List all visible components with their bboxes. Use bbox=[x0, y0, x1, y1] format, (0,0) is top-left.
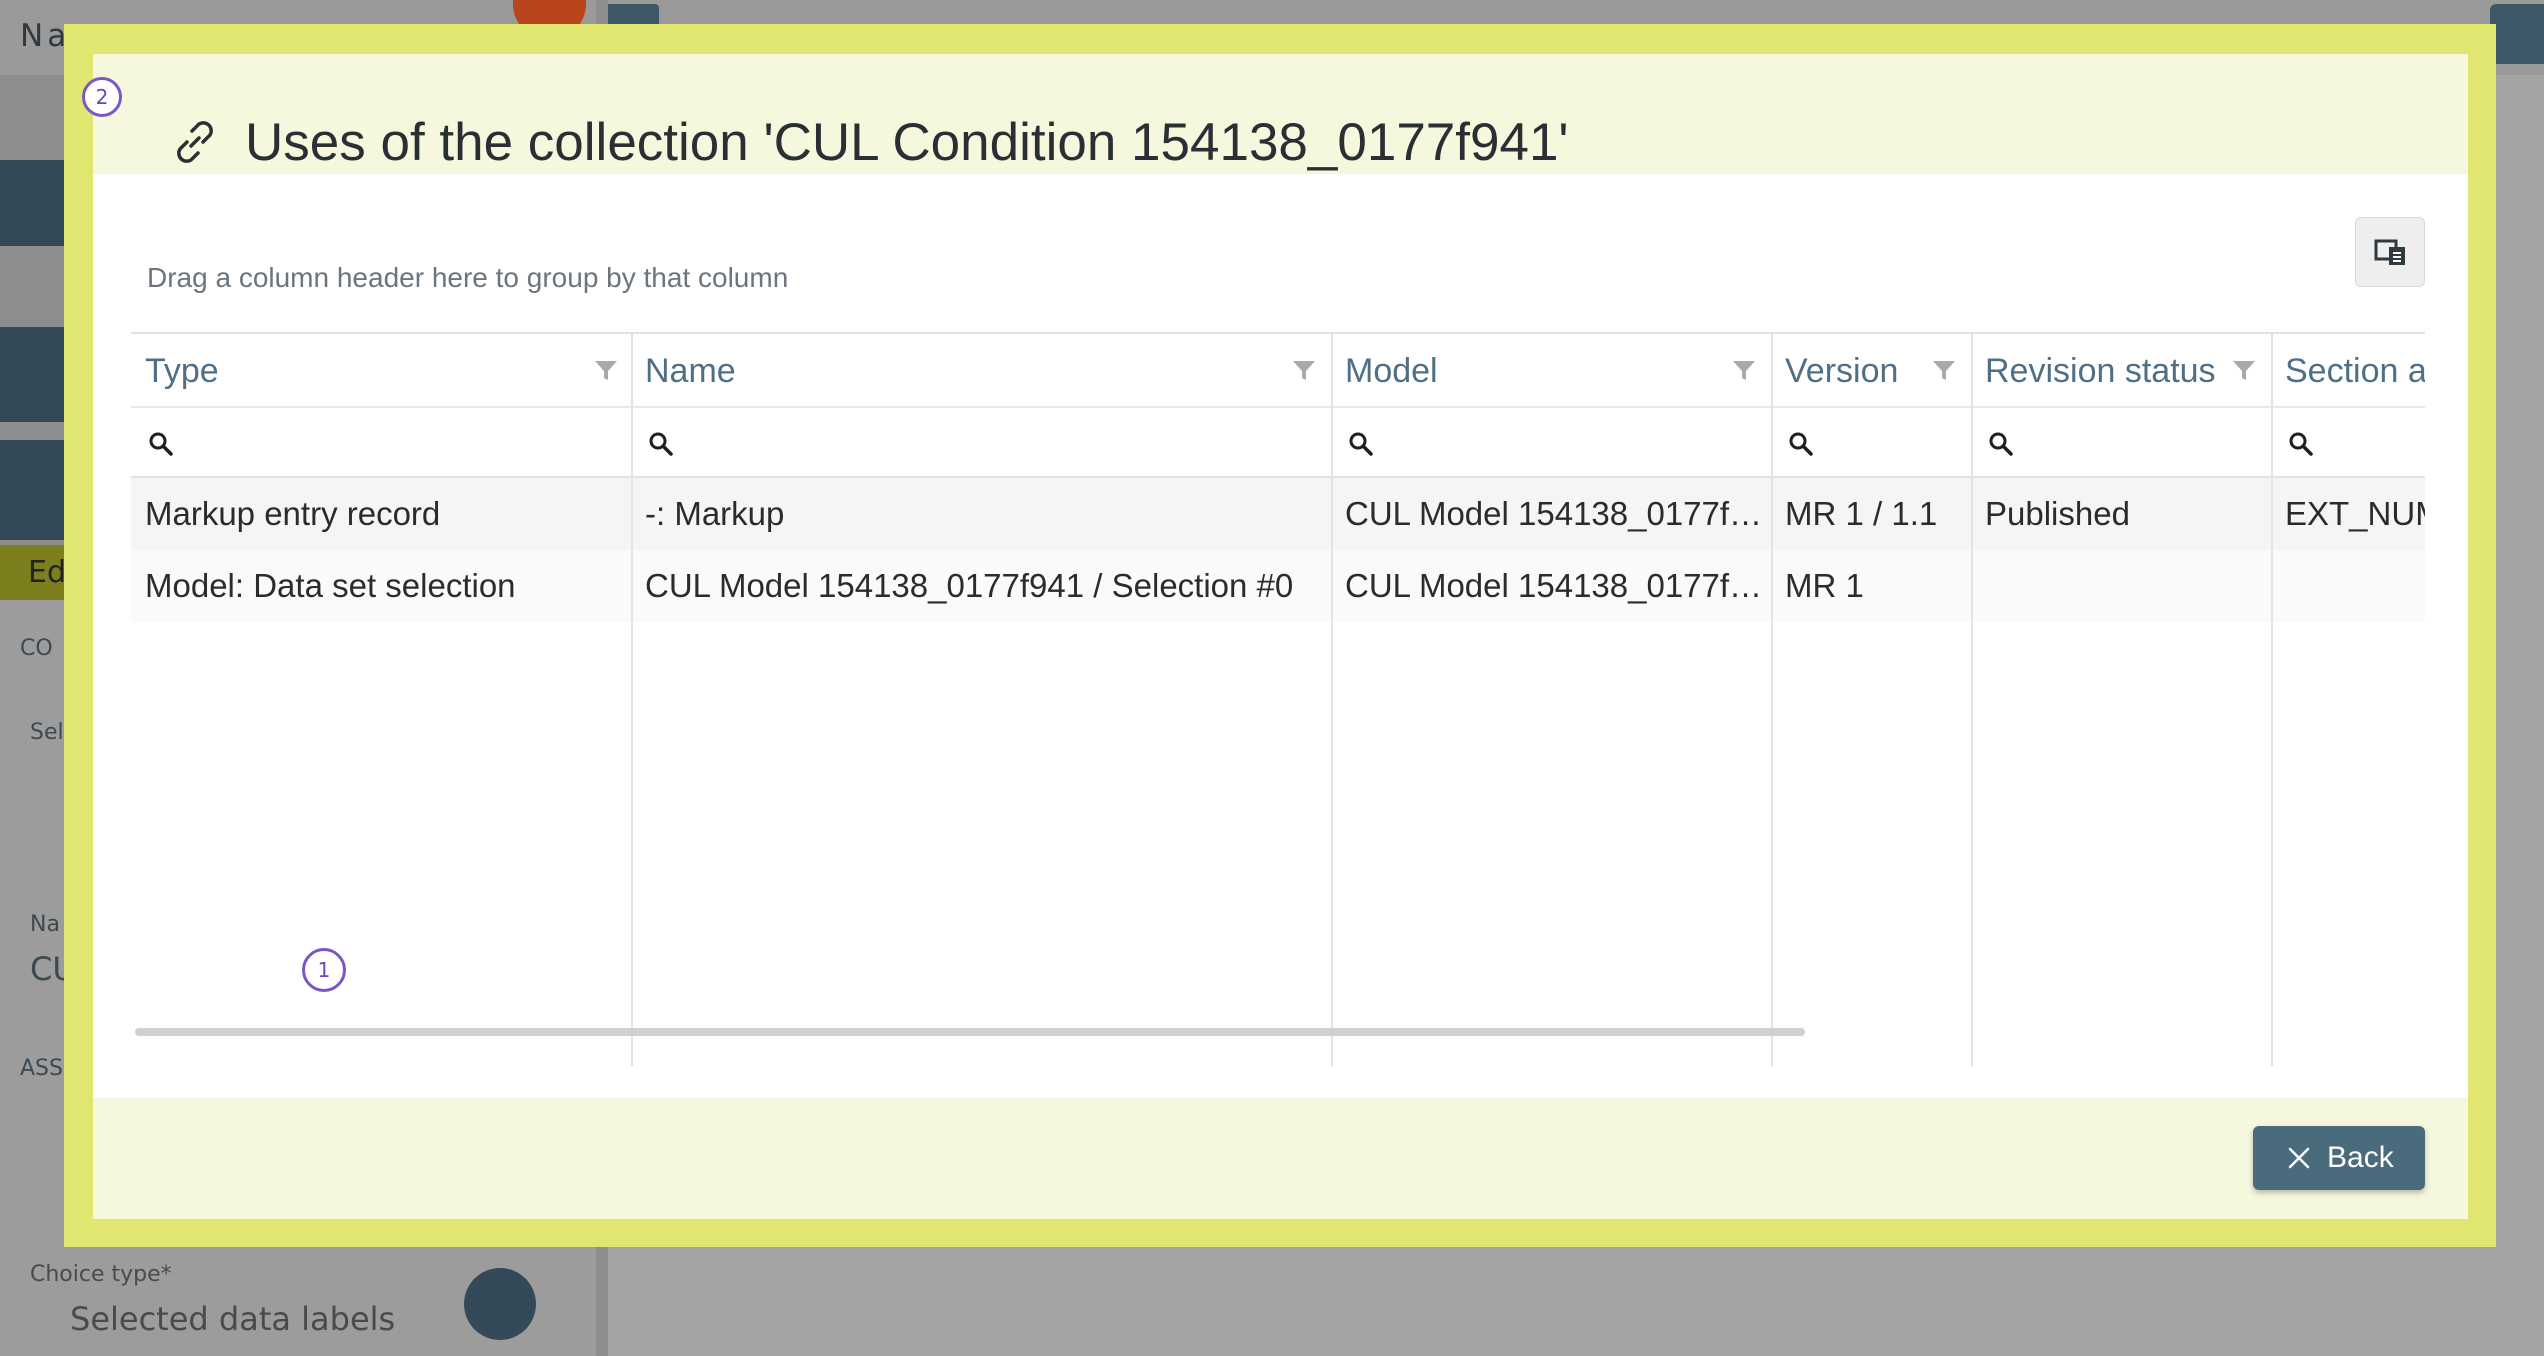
dialog-body: Drag a column header here to group by th… bbox=[93, 174, 2468, 1098]
cell-name: CUL Model 154138_0177f941 / Selection #0 bbox=[645, 567, 1294, 604]
cell-version: MR 1 / 1.1 bbox=[1785, 495, 1938, 532]
filter-icon[interactable] bbox=[1731, 358, 1757, 384]
column-header-name[interactable]: Name bbox=[631, 334, 1331, 406]
column-header-model[interactable]: Model bbox=[1331, 334, 1771, 406]
cell-name: -: Markup bbox=[645, 495, 785, 532]
dialog-title: Uses of the collection 'CUL Condition 15… bbox=[245, 113, 1569, 172]
column-header-label: Model bbox=[1345, 352, 1438, 390]
grid-header-row: Type Name Model Version Revision status bbox=[131, 334, 2425, 408]
rocket-icon[interactable] bbox=[0, 160, 64, 246]
filter-cell-version[interactable] bbox=[1771, 408, 1971, 476]
cell-section: EXT_NUM bbox=[2285, 495, 2425, 532]
cell-type: Markup entry record bbox=[145, 495, 441, 532]
column-chooser-button[interactable] bbox=[2355, 217, 2425, 287]
cell-model: CUL Model 154138_0177f… bbox=[1345, 495, 1763, 532]
filter-icon[interactable] bbox=[593, 358, 619, 384]
close-icon bbox=[2288, 1147, 2310, 1169]
uses-dialog: Uses of the collection 'CUL Condition 15… bbox=[64, 24, 2496, 1247]
back-button-label: Back bbox=[2327, 1141, 2394, 1174]
back-button[interactable]: Back bbox=[2253, 1126, 2425, 1190]
cell-type: Model: Data set selection bbox=[145, 567, 516, 604]
column-header-label: Revision status bbox=[1985, 352, 2216, 390]
column-header-label: Type bbox=[145, 352, 219, 390]
search-icon bbox=[1989, 432, 2013, 456]
tag-edit-icon[interactable] bbox=[0, 440, 64, 540]
cell-section bbox=[2271, 550, 2425, 622]
horizontal-scrollbar[interactable] bbox=[135, 1028, 1805, 1036]
filter-cell-section[interactable] bbox=[2271, 408, 2425, 476]
cell-model: CUL Model 154138_0177f… bbox=[1345, 567, 1763, 604]
filter-icon[interactable] bbox=[1931, 358, 1957, 384]
cell-version: MR 1 bbox=[1785, 567, 1864, 604]
step-badge: 2 bbox=[82, 77, 122, 117]
cell-revision-status bbox=[1971, 550, 2271, 622]
column-header-label: Section a bbox=[2285, 352, 2425, 390]
dialog-header: Uses of the collection 'CUL Condition 15… bbox=[93, 54, 2468, 174]
table-row[interactable]: Model: Data set selection CUL Model 1541… bbox=[131, 550, 2425, 622]
column-divider bbox=[631, 334, 633, 1066]
grid-filter-row bbox=[131, 408, 2425, 478]
app-title: Na bbox=[20, 18, 71, 54]
selection-tool-button[interactable] bbox=[464, 1268, 536, 1340]
filter-cell-type[interactable] bbox=[131, 408, 631, 476]
column-header-label: Name bbox=[645, 352, 736, 390]
field-label: Sel bbox=[30, 720, 64, 745]
filter-cell-name[interactable] bbox=[631, 408, 1331, 476]
filter-icon[interactable] bbox=[2231, 358, 2257, 384]
column-divider bbox=[1971, 334, 1973, 1066]
choice-type-select[interactable]: Selected data labels bbox=[70, 1300, 395, 1338]
right-collapse-button[interactable] bbox=[2490, 4, 2544, 64]
column-header-section[interactable]: Section a bbox=[2271, 334, 2425, 406]
search-icon bbox=[1349, 432, 1373, 456]
edit-tab[interactable]: Ed bbox=[0, 545, 66, 600]
search-icon bbox=[149, 432, 173, 456]
field-label: Na bbox=[30, 912, 60, 937]
column-header-revision-status[interactable]: Revision status bbox=[1971, 334, 2271, 406]
section-label: CO bbox=[20, 636, 53, 661]
column-chooser-icon bbox=[2374, 239, 2405, 265]
column-header-type[interactable]: Type bbox=[131, 334, 631, 406]
step-badge: 1 bbox=[302, 948, 346, 992]
column-header-version[interactable]: Version bbox=[1771, 334, 1971, 406]
cell-revision-status: Published bbox=[1985, 495, 2130, 532]
filter-cell-model[interactable] bbox=[1331, 408, 1771, 476]
filter-icon[interactable] bbox=[1291, 358, 1317, 384]
tag-icon[interactable] bbox=[0, 327, 64, 422]
column-divider bbox=[2271, 334, 2273, 1066]
column-header-label: Version bbox=[1785, 352, 1899, 390]
link-icon bbox=[177, 121, 213, 163]
search-icon bbox=[1789, 432, 1813, 456]
dialog-footer: Back bbox=[93, 1098, 2468, 1219]
search-icon bbox=[649, 432, 673, 456]
search-icon bbox=[2289, 432, 2313, 456]
section-label: ASS bbox=[20, 1056, 63, 1081]
table-row[interactable]: Markup entry record -: Markup CUL Model … bbox=[131, 478, 2425, 550]
column-divider bbox=[1771, 334, 1773, 1066]
column-divider bbox=[1331, 334, 1333, 1066]
filter-cell-revision-status[interactable] bbox=[1971, 408, 2271, 476]
group-panel[interactable]: Drag a column header here to group by th… bbox=[147, 262, 788, 294]
choice-type-label: Choice type* bbox=[30, 1262, 172, 1287]
uses-grid: Type Name Model Version Revision status bbox=[131, 332, 2425, 1066]
